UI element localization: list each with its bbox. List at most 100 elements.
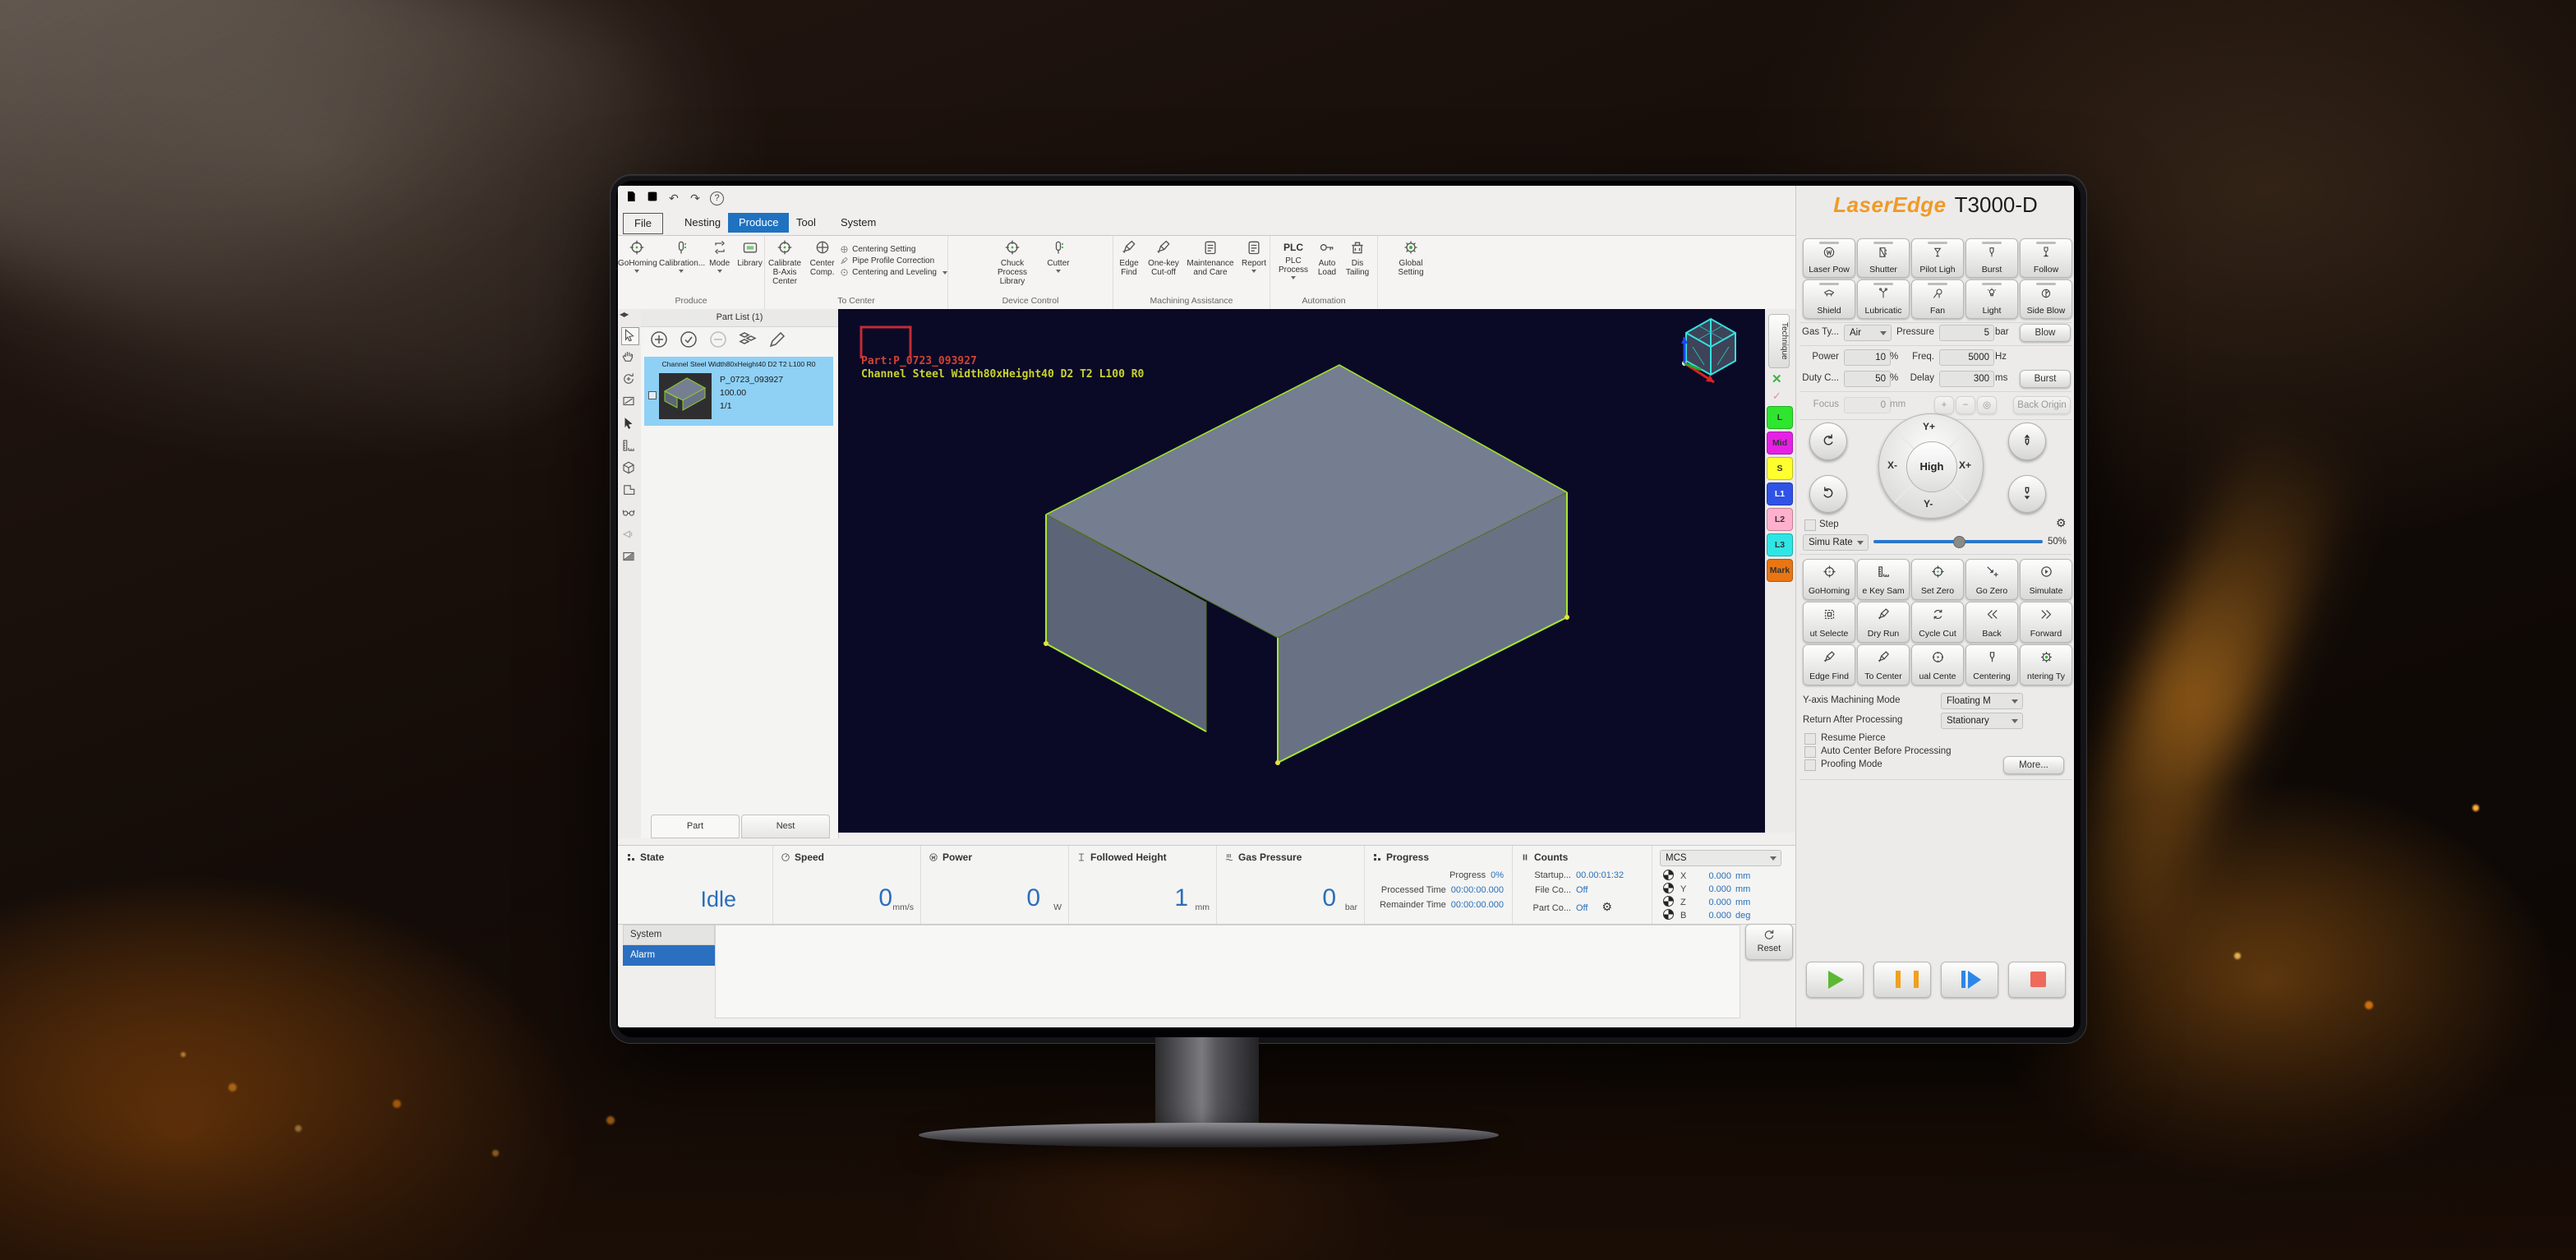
centering-type-button[interactable]: ntering Ty [2020,644,2072,685]
shading-icon[interactable] [621,549,638,565]
go-zero-button[interactable]: Go Zero [1965,559,2018,600]
ribbon-pipe-profile-correction[interactable]: Pipe Profile Correction [840,256,947,265]
yaxis-mode-select[interactable]: Floating M [1941,693,2023,709]
view-3d-icon[interactable] [621,460,638,477]
counts-settings-gear-icon[interactable]: ⚙ [1602,900,1613,913]
technique-tab[interactable]: Technique [1768,314,1790,368]
resume-pierce-checkbox[interactable] [1804,733,1816,745]
menu-file[interactable]: File [623,213,663,234]
stop-button[interactable] [2008,962,2066,998]
set-zero-button[interactable]: Set Zero [1911,559,1964,600]
manual-center-button[interactable]: ual Cente [1911,644,1964,685]
ribbon-one-key-cutoff[interactable]: One-key Cut-off [1145,239,1182,277]
pause-button[interactable] [1873,962,1931,998]
simulate-button[interactable]: Simulate [2020,559,2072,600]
cycle-cut-button[interactable]: Cycle Cut [1911,602,1964,643]
start-button[interactable] [1806,962,1864,998]
toggle-side-blow[interactable]: Side Blow [2020,279,2072,319]
layer-tab-l3[interactable]: L3 [1767,533,1793,556]
simu-rate-handle[interactable] [1953,536,1965,548]
toggle-shield[interactable]: Shield [1803,279,1855,319]
ribbon-centering-and-leveling[interactable]: Centering and Leveling [840,268,947,277]
ribbon-centering-setting[interactable]: Centering Setting [840,245,947,254]
more-button[interactable]: More... [2003,756,2064,774]
jog-pad[interactable]: Y+ X- X+ Y- High [1878,413,1984,519]
menu-tool[interactable]: Tool [786,213,827,233]
ribbon-gohoming[interactable]: GoHoming [618,239,656,273]
layer-tab-l[interactable]: L [1767,406,1793,429]
burst-button[interactable]: Burst [2020,370,2071,388]
select-all-icon[interactable] [679,330,700,351]
layer-tab-l1[interactable]: L1 [1767,482,1793,505]
gohoming-button[interactable]: GoHoming [1803,559,1855,600]
toggle-burst[interactable]: Burst [1965,238,2018,278]
menu-nesting[interactable]: Nesting [674,213,731,233]
ribbon-mode[interactable]: Mode [707,239,732,273]
focus-input[interactable]: 0 [1844,397,1891,413]
pick-tool-icon[interactable] [621,416,638,432]
layer-tab-mark[interactable]: Mark [1767,559,1793,582]
to-center-button[interactable]: To Center [1857,644,1910,685]
jog-x-plus[interactable]: X+ [1959,459,1971,471]
new-file-icon[interactable] [623,190,639,206]
ribbon-maintenance-and-care[interactable]: Maintenance and Care [1183,239,1237,277]
layer-tab-s[interactable]: S [1767,457,1793,480]
jog-y-minus[interactable]: Y- [1924,498,1933,510]
ribbon-dis-tailing[interactable]: Dis Tailing [1343,239,1372,277]
rotate-view-icon[interactable] [621,372,638,388]
layer-tab-l2[interactable]: L2 [1767,508,1793,531]
announce-icon[interactable] [621,527,638,543]
ribbon-global-setting[interactable]: Global Setting [1392,239,1430,277]
power-input[interactable]: 10 [1844,349,1891,366]
redo-icon[interactable]: ↷ [687,190,703,206]
one-key-sampling-button[interactable]: e Key Sam [1857,559,1910,600]
focus-minus-button[interactable]: − [1956,396,1975,414]
resume-button[interactable] [1941,962,1998,998]
ribbon-calibrate-baxis[interactable]: Calibrate B-Axis Center [765,239,804,287]
pressure-input[interactable]: 5 [1939,325,1994,341]
corner-tool-icon[interactable] [621,482,638,499]
forward-button[interactable]: Forward [2020,602,2072,643]
z-up-button[interactable] [2008,422,2046,460]
tab-part[interactable]: Part [651,815,740,838]
jog-speed-high-button[interactable]: High [1906,441,1957,492]
jog-y-plus[interactable]: Y+ [1923,421,1935,432]
viewport-3d[interactable]: Part:P_0723_093927 Channel Steel Width80… [838,309,1765,833]
tab-system[interactable]: System [623,925,715,945]
fit-view-icon[interactable] [621,394,638,410]
z-down-button[interactable] [2008,475,2046,513]
pan-tool-icon[interactable] [621,349,638,366]
dry-run-button[interactable]: Dry Run [1857,602,1910,643]
toggle-fan[interactable]: Fan [1911,279,1964,319]
part-checkbox[interactable] [648,391,657,399]
back-button[interactable]: Back [1965,602,2018,643]
jog-settings-gear-icon[interactable]: ⚙ [2056,516,2067,530]
step-checkbox[interactable] [1804,519,1816,531]
b-axis-cw-button[interactable] [1809,475,1847,513]
ribbon-edge-find[interactable]: Edge Find [1114,239,1144,277]
add-part-icon[interactable] [649,330,670,351]
save-icon[interactable] [644,190,661,206]
message-list[interactable] [715,925,1740,1018]
tab-nest[interactable]: Nest [741,815,830,838]
select-tool-icon[interactable] [621,327,639,345]
simu-rate-select[interactable]: Simu Rate [1803,534,1869,551]
undo-icon[interactable]: ↶ [666,190,682,206]
batch-parts-icon[interactable] [738,330,759,351]
tab-alarm[interactable]: Alarm [623,945,715,966]
ribbon-library[interactable]: Library [735,239,764,268]
toggle-pilot-light[interactable]: Pilot Ligh [1911,238,1964,278]
duty-input[interactable]: 50 [1844,371,1891,387]
ribbon-center-comp[interactable]: Center Comp. [808,239,836,277]
delay-input[interactable]: 300 [1939,371,1994,387]
toggle-light[interactable]: Light [1965,279,2018,319]
part-list-item[interactable]: Channel Steel Width80xHeight40 D2 T2 L10… [644,357,833,426]
apply-check-icon[interactable]: ✓ [1772,390,1781,403]
gas-type-select[interactable]: Air [1844,325,1892,341]
jog-x-minus[interactable]: X- [1887,459,1897,471]
remove-part-icon[interactable] [708,330,730,351]
toggle-follow[interactable]: Follow [2020,238,2072,278]
ribbon-cutter[interactable]: Cutter [1042,239,1075,273]
cut-selected-button[interactable]: ut Selecte [1803,602,1855,643]
return-after-select[interactable]: Stationary [1941,713,2023,729]
